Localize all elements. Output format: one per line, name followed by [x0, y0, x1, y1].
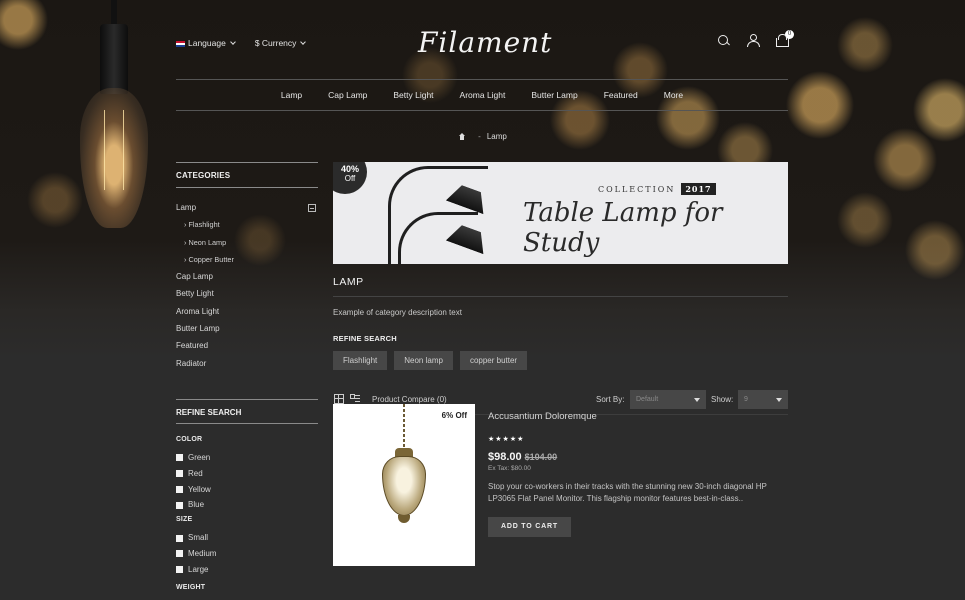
search-icon[interactable] [717, 34, 730, 47]
checkbox[interactable] [176, 550, 183, 558]
old-price: $104.00 [524, 452, 558, 462]
category-betty-light[interactable]: Betty Light [176, 285, 318, 302]
subcategory-flashlight[interactable]: › Flashlight [176, 216, 318, 233]
product-item: 6% Off Accusantium Doloremque ★★★★★ $98.… [333, 404, 788, 566]
refine-search-title: REFINE SEARCH [176, 398, 318, 424]
filter-yellow[interactable]: Yellow [176, 482, 318, 498]
header: Language $ Currency Filament 0 [176, 26, 794, 59]
nav-betty-light[interactable]: Betty Light [380, 80, 446, 110]
nav-aroma-light[interactable]: Aroma Light [447, 80, 519, 110]
refine-tags: Flashlight Neon lamp copper butter [333, 351, 788, 370]
user-icon[interactable] [746, 34, 760, 47]
collection-label: COLLECTION 2017 [598, 183, 716, 195]
checkbox[interactable] [176, 534, 183, 542]
collapse-icon[interactable] [308, 204, 316, 212]
banner-headline: Table Lamp for Study [523, 198, 723, 258]
category-description: Example of category description text [333, 308, 462, 317]
home-icon[interactable] [458, 133, 466, 141]
nav-butter-lamp[interactable]: Butter Lamp [518, 80, 590, 110]
discount-badge: 40% Off [333, 162, 367, 194]
category-aroma-light[interactable]: Aroma Light [176, 303, 318, 320]
sort-label: Sort By: [596, 395, 625, 404]
nav-featured[interactable]: Featured [591, 80, 651, 110]
chevron-down-icon [229, 39, 236, 45]
subcategory-neon-lamp[interactable]: › Neon Lamp [176, 234, 318, 251]
language-selector[interactable]: Language [176, 38, 236, 48]
checkbox[interactable] [176, 454, 183, 462]
nav-lamp[interactable]: Lamp [268, 80, 315, 110]
color-heading: COLOR [176, 435, 203, 443]
chevron-down-icon [300, 39, 307, 45]
refine-tag-copper-butter[interactable]: copper butter [459, 351, 528, 370]
product-discount-badge: 6% Off [441, 411, 467, 420]
refine-tag-flashlight[interactable]: Flashlight [333, 351, 388, 370]
checkbox[interactable] [176, 470, 183, 478]
category-banner[interactable]: 40% Off COLLECTION 2017 Table Lamp for Stu… [333, 162, 788, 264]
checkbox[interactable] [176, 501, 183, 509]
category-cap-lamp[interactable]: Cap Lamp [176, 268, 318, 285]
main-nav: Lamp Cap Lamp Betty Light Aroma Light Bu… [176, 79, 788, 111]
product-compare-link[interactable]: Product Compare (0) [372, 395, 447, 404]
rating-stars-icon: ★★★★★ [488, 436, 525, 443]
nav-more[interactable]: More [651, 80, 696, 110]
grid-view-icon[interactable] [334, 394, 344, 404]
size-heading: SIZE [176, 516, 193, 524]
category-radiator[interactable]: Radiator [176, 355, 318, 372]
edison-bulb-image [78, 0, 150, 235]
filter-large[interactable]: Large [176, 562, 318, 578]
currency-selector[interactable]: $ Currency [255, 38, 307, 48]
category-lamp[interactable]: Lamp [176, 199, 318, 216]
filter-red[interactable]: Red [176, 466, 318, 482]
nav-cap-lamp[interactable]: Cap Lamp [315, 80, 380, 110]
add-to-cart-button[interactable]: ADD TO CART [488, 517, 571, 537]
filter-green[interactable]: Green [176, 450, 318, 466]
product-image[interactable]: 6% Off [333, 404, 475, 566]
page-title: LAMP [333, 276, 788, 297]
filter-small[interactable]: Small [176, 530, 318, 546]
pendant-lamp-image [381, 404, 427, 529]
category-featured[interactable]: Featured [176, 337, 318, 354]
show-label: Show: [711, 395, 734, 404]
filter-blue[interactable]: Blue [176, 497, 318, 513]
product-name[interactable]: Accusantium Doloremque [488, 411, 788, 422]
ex-tax-price: Ex Tax: $80.00 [488, 465, 531, 472]
logo[interactable]: Filament [418, 26, 552, 59]
list-view-icon[interactable] [350, 394, 360, 404]
breadcrumb-current[interactable]: Lamp [487, 132, 507, 141]
categories-title: CATEGORIES [176, 162, 318, 188]
weight-heading: WEIGHT [176, 583, 206, 591]
filter-medium[interactable]: Medium [176, 546, 318, 562]
subcategory-copper-butter[interactable]: › Copper Butter [176, 251, 318, 268]
refine-tag-neon-lamp[interactable]: Neon lamp [394, 351, 453, 370]
category-butter-lamp[interactable]: Butter Lamp [176, 320, 318, 337]
product-price: $98.00 $104.00 [488, 451, 558, 463]
product-description: Stop your co-workers in their tracks wit… [488, 482, 767, 503]
cart-count-badge: 0 [785, 30, 794, 39]
cart-icon[interactable]: 0 [775, 30, 794, 47]
breadcrumb: - Lamp [0, 132, 965, 141]
main-content: 40% Off COLLECTION 2017 Table Lamp for Stu… [333, 162, 788, 566]
checkbox[interactable] [176, 485, 183, 493]
refine-search-heading: REFINE SEARCH [333, 334, 397, 343]
uk-flag-icon [176, 40, 185, 47]
sidebar: CATEGORIES Lamp › Flashlight › Neon Lamp… [176, 162, 318, 594]
checkbox[interactable] [176, 566, 183, 574]
